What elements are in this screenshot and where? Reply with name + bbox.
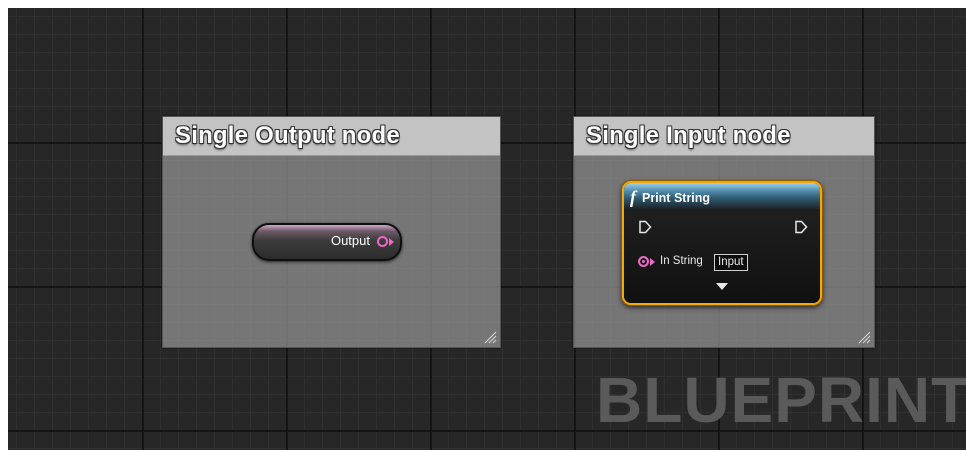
node-body: In String Input bbox=[624, 211, 820, 303]
reroute-node-output[interactable]: Output bbox=[252, 223, 402, 261]
string-input-pin-icon[interactable] bbox=[638, 256, 649, 267]
in-string-input[interactable]: Input bbox=[714, 254, 748, 271]
in-string-label: In String bbox=[660, 255, 703, 267]
comment-box-input[interactable]: Single Input node f Print String In Strin… bbox=[573, 116, 875, 348]
string-output-pin-icon[interactable] bbox=[377, 236, 388, 247]
exec-input-pin-icon[interactable] bbox=[638, 220, 652, 234]
comment-box-output[interactable]: Single Output node Output bbox=[162, 116, 501, 348]
function-icon: f bbox=[630, 187, 636, 207]
expand-advanced-arrow-icon[interactable] bbox=[716, 283, 728, 290]
exec-output-pin-icon[interactable] bbox=[794, 220, 808, 234]
resize-grip-icon[interactable] bbox=[857, 330, 871, 344]
node-title: Print String bbox=[642, 191, 711, 205]
pin-arrow-icon bbox=[389, 238, 394, 246]
blueprint-watermark: BLUEPRINT bbox=[596, 364, 966, 436]
node-header[interactable]: f Print String bbox=[624, 183, 820, 211]
comment-title[interactable]: Single Output node bbox=[163, 117, 500, 156]
print-string-node[interactable]: f Print String In String Input bbox=[622, 181, 822, 305]
comment-title[interactable]: Single Input node bbox=[574, 117, 874, 156]
output-pin-label: Output bbox=[330, 233, 370, 248]
pin-arrow-icon bbox=[650, 258, 655, 266]
graph-canvas[interactable]: Single Output node Output Single Input n… bbox=[8, 8, 966, 450]
resize-grip-icon[interactable] bbox=[483, 330, 497, 344]
